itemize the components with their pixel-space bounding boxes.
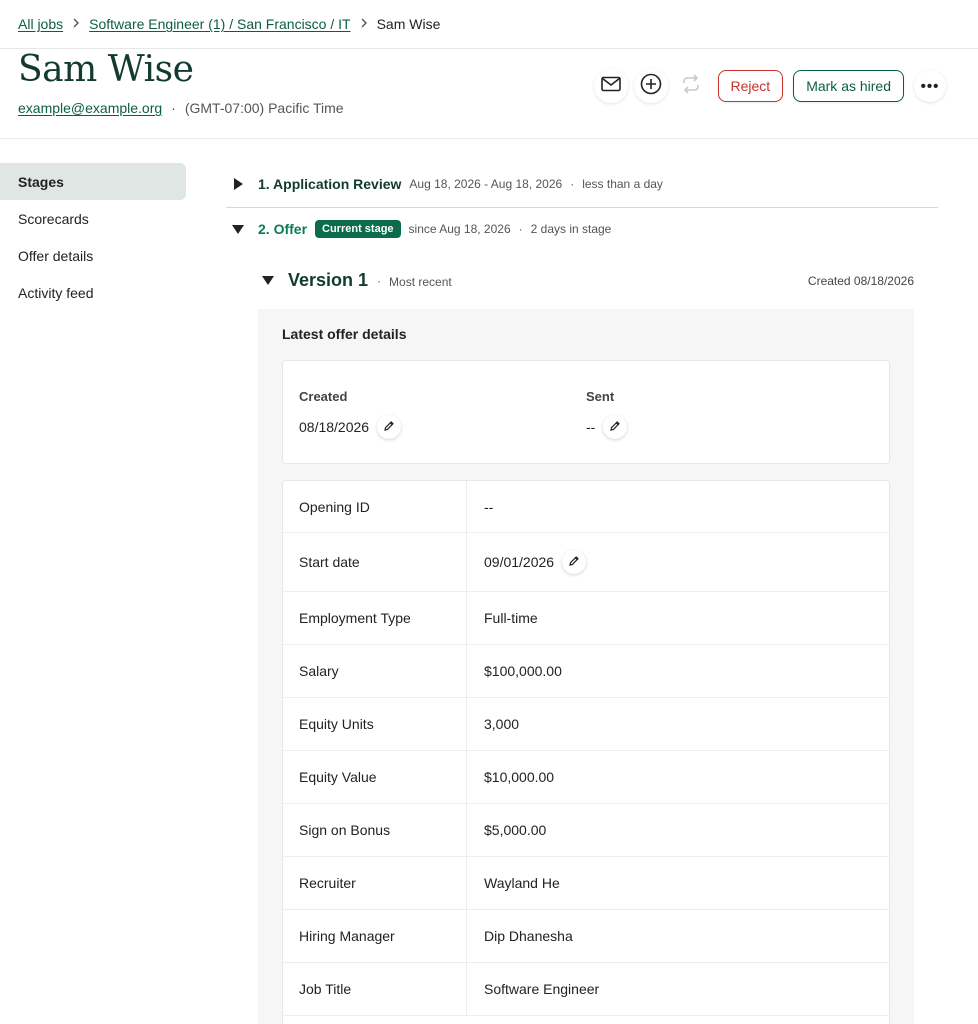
stage-duration: 2 days in stage [530,222,612,236]
header-actions: Reject Mark as hired ••• [588,69,946,103]
mail-icon [600,76,621,97]
sent-value-row: -- [586,415,628,439]
field-value: 09/01/2026 [484,554,555,570]
triangle-down-icon[interactable] [232,224,244,234]
offer-fields-table: Opening ID -- Start date 09/01/2026 Empl… [282,480,890,1024]
breadcrumb: All jobs Software Engineer (1) / San Fra… [18,15,440,33]
breadcrumb-job-link[interactable]: Software Engineer (1) / San Francisco / … [89,15,350,33]
table-row: Sign on Bonus $5,000.00 [283,804,889,857]
stage-dates: Aug 18, 2026 - Aug 18, 2026 [409,177,563,191]
separator-dot: · [570,177,575,191]
field-label: Start date [283,533,467,591]
add-button[interactable] [633,69,668,103]
separator-dot: · [171,100,176,116]
table-row: Hiring Manager Dip Dhanesha [283,910,889,963]
breadcrumb-all-jobs-link[interactable]: All jobs [18,15,63,33]
table-row: Recruiter Wayland He [283,857,889,910]
separator-dot: · [377,273,382,288]
table-row: Equity Value $10,000.00 [283,751,889,804]
field-label: Equity Value [283,751,467,803]
field-value: $10,000.00 [484,769,555,785]
stage-title: 2. Offer [258,221,308,237]
email-button[interactable] [593,69,628,103]
sidebar-nav: Stages Scorecards Offer details Activity… [0,163,186,311]
version-tag: Most recent [389,275,452,289]
field-label: Opening ID [283,481,467,532]
more-options-button[interactable]: ••• [914,70,946,102]
field-value: Wayland He [484,875,560,891]
field-value: Software Engineer [484,981,600,997]
stage-duration: less than a day [582,177,663,191]
refresh-icon [680,73,702,99]
field-label: Job Title [283,963,467,1015]
table-row: Equity Units 3,000 [283,698,889,751]
header-divider [0,138,978,139]
pencil-icon [609,419,621,435]
edit-created-button[interactable] [377,415,402,439]
sent-date-field: Sent -- [586,389,628,439]
stage-application-review[interactable]: 1. Application Review Aug 18, 2026 - Aug… [226,176,663,192]
pencil-icon [568,554,580,570]
plus-circle-icon [640,73,662,100]
created-date-field: Created 08/18/2026 [299,389,402,439]
field-label: Salary [283,645,467,697]
breadcrumb-current: Sam Wise [376,16,441,32]
created-value: 08/18/2026 [299,419,370,435]
offer-dates-card: Created 08/18/2026 Sent -- [282,360,890,464]
edit-sent-button[interactable] [603,415,628,439]
sent-value: -- [586,419,596,435]
candidate-name: Sam Wise [18,49,194,90]
field-value: Dip Dhanesha [484,928,573,944]
table-row: Job Title Software Engineer [283,963,889,1016]
field-value: Full-time [484,610,538,626]
offer-details-panel: Latest offer details Created 08/18/2026 … [258,309,914,1024]
created-label: Created [299,389,348,404]
sidebar-item-stages[interactable]: Stages [0,163,186,200]
transfer-button[interactable] [673,69,708,103]
chevron-right-icon [360,15,368,33]
contact-line: example@example.org · (GMT-07:00) Pacifi… [18,99,344,117]
field-label: Hiring Manager [283,910,467,962]
field-value: 3,000 [484,716,520,732]
field-label: Recruiter [283,857,467,909]
version-title: Version 1 [288,270,369,290]
table-row: Employment Type Full-time [283,592,889,645]
stage-title: 1. Application Review [258,176,402,192]
table-row: Opening ID -- [283,481,889,533]
candidate-email-link[interactable]: example@example.org [18,99,162,117]
reject-button[interactable]: Reject [717,70,784,102]
sidebar-item-scorecards[interactable]: Scorecards [0,200,186,237]
offer-panel-heading: Latest offer details [282,326,407,342]
offer-version-header[interactable]: Version 1 · Most recent Created 08/18/20… [262,270,914,291]
version-created-date: Created 08/18/2026 [807,273,914,288]
mark-as-hired-button[interactable]: Mark as hired [793,70,904,102]
field-value: -- [484,498,494,515]
stage-offer[interactable]: 2. Offer Current stage since Aug 18, 202… [226,220,611,238]
edit-start-date-button[interactable] [562,550,587,574]
field-value: $5,000.00 [484,822,547,838]
field-label: Employment Type [283,592,467,644]
pencil-icon [383,419,395,435]
table-row: Salary $100,000.00 [283,645,889,698]
created-value-row: 08/18/2026 [299,415,402,439]
separator-dot: · [518,222,523,236]
chevron-right-icon [72,15,80,33]
field-label: Sign on Bonus [283,804,467,856]
field-value: $100,000.00 [484,663,562,679]
stage-divider [226,207,938,208]
sidebar-item-offer-details[interactable]: Offer details [0,237,186,274]
field-value-cell: 09/01/2026 [467,533,587,591]
triangle-right-icon[interactable] [234,178,243,190]
candidate-timezone: (GMT-07:00) Pacific Time [184,100,344,116]
stage-since: since Aug 18, 2026 [408,222,511,236]
table-row: Start date 09/01/2026 [283,533,889,592]
sent-label: Sent [586,389,615,404]
field-label: Equity Units [283,698,467,750]
triangle-down-icon[interactable] [262,276,274,285]
current-stage-badge: Current stage [315,220,401,238]
more-icon: ••• [920,77,940,95]
sidebar-item-activity-feed[interactable]: Activity feed [0,274,186,311]
